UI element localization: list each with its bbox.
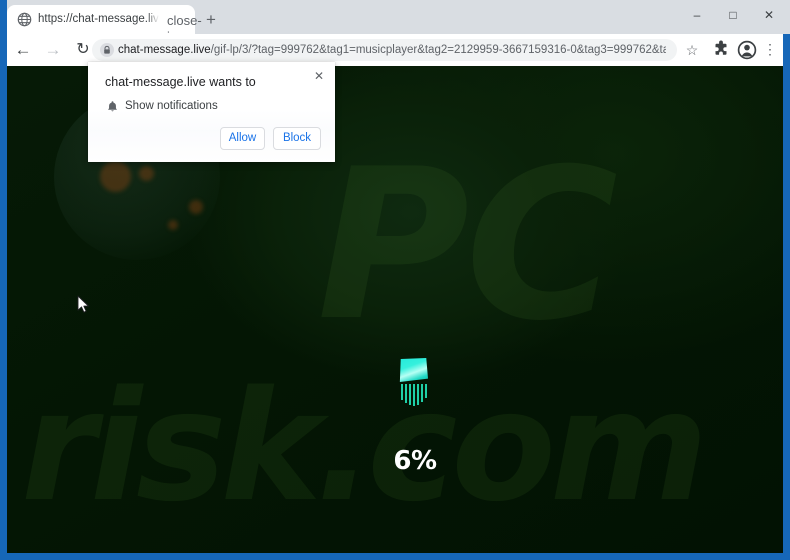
progress-percent-label: 6% bbox=[393, 446, 437, 476]
bell-icon bbox=[106, 100, 119, 114]
dialog-permission-label: Show notifications bbox=[125, 100, 218, 112]
chrome-menu-icon[interactable]: ⋮ bbox=[762, 39, 778, 61]
globe-icon bbox=[17, 12, 32, 27]
window-frame-edge-left bbox=[0, 34, 7, 66]
loading-spinner-cap bbox=[399, 358, 428, 382]
new-tab-button[interactable]: + bbox=[200, 9, 222, 31]
dialog-title: chat-message.live wants to bbox=[105, 75, 256, 89]
loading-spinner-icon bbox=[390, 358, 438, 420]
close-icon[interactable]: ✕ bbox=[310, 67, 328, 85]
puzzle-icon[interactable] bbox=[710, 39, 732, 61]
tab-strip: https://chat-message.live/gif-lp/ close-… bbox=[0, 0, 790, 44]
window-frame-edge bbox=[0, 0, 7, 34]
block-button[interactable]: Block bbox=[273, 127, 321, 150]
window-frame-bottom bbox=[0, 553, 790, 560]
browser-window: https://chat-message.live/gif-lp/ close-… bbox=[0, 0, 790, 560]
allow-button[interactable]: Allow bbox=[220, 127, 265, 150]
lock-icon[interactable] bbox=[100, 43, 114, 57]
window-maximize-button[interactable]: □ bbox=[715, 0, 751, 30]
address-bar-path: /gif-lp/3/?tag=999762&tag1=musicplayer&t… bbox=[210, 44, 666, 56]
window-frame-edge-right bbox=[783, 34, 790, 66]
loading-spinner-bar bbox=[425, 384, 427, 398]
window-close-button[interactable]: ✕ bbox=[751, 0, 787, 30]
loading-spinner-bar bbox=[405, 384, 407, 403]
address-bar-text: chat-message.live/gif-lp/3/?tag=999762&t… bbox=[118, 39, 666, 61]
planet-crater bbox=[168, 220, 178, 230]
window-frame-left bbox=[0, 66, 7, 553]
planet-crater bbox=[189, 200, 203, 214]
tab-title: https://chat-message.live/gif-lp/ bbox=[38, 13, 160, 25]
watermark-pc: PC bbox=[317, 125, 618, 367]
browser-tab[interactable]: https://chat-message.live/gif-lp/ close-… bbox=[7, 5, 202, 44]
loading-spinner-bar bbox=[401, 384, 403, 400]
loading-spinner-bar bbox=[409, 384, 411, 405]
loading-spinner-bar bbox=[413, 384, 415, 406]
planet-crater bbox=[139, 166, 154, 181]
close-icon[interactable]: close-icon bbox=[167, 13, 202, 44]
loading-spinner-bar bbox=[421, 384, 423, 402]
address-bar-host: chat-message.live bbox=[118, 44, 211, 56]
account-icon[interactable] bbox=[736, 39, 758, 61]
window-minimize-button[interactable]: – bbox=[679, 0, 715, 30]
mouse-pointer-icon bbox=[77, 295, 91, 315]
window-frame-right bbox=[783, 66, 790, 553]
bookmark-star-icon[interactable]: ☆ bbox=[681, 39, 703, 61]
tab-title-fade bbox=[147, 10, 163, 34]
planet-crater bbox=[100, 161, 131, 192]
forward-icon[interactable]: → bbox=[41, 38, 65, 62]
loading-spinner-bar bbox=[417, 384, 419, 405]
address-bar[interactable]: chat-message.live/gif-lp/3/?tag=999762&t… bbox=[92, 39, 677, 61]
back-icon[interactable]: ← bbox=[11, 38, 35, 62]
